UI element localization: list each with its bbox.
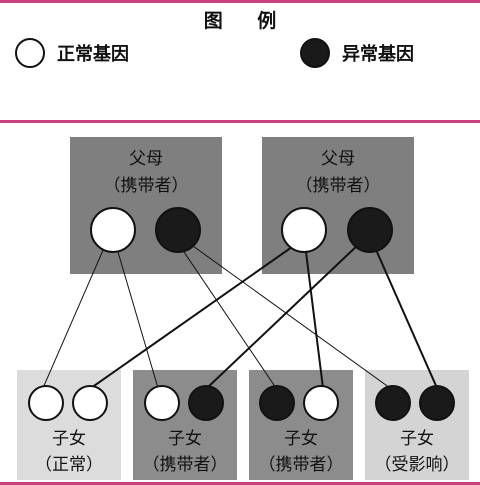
child-3-gene-1 xyxy=(259,385,295,421)
parent-1-normal-gene xyxy=(90,207,136,253)
parent-1-subtitle: （携带者） xyxy=(104,176,189,196)
child-1-title: 子女 xyxy=(52,429,86,449)
parent-1-title: 父母 xyxy=(129,149,163,169)
child-2-gene-1 xyxy=(144,385,180,421)
child-1-subtitle: （正常） xyxy=(35,455,103,475)
parent-2-subtitle: （携带者） xyxy=(296,176,381,196)
child-3-subtitle: （携带者） xyxy=(259,455,344,475)
child-4-title: 子女 xyxy=(400,429,434,449)
parent-2-normal-gene xyxy=(281,207,327,253)
child-2-title: 子女 xyxy=(168,429,202,449)
child-4-gene-2 xyxy=(419,385,455,421)
child-1-gene-1 xyxy=(28,385,64,421)
child-3-gene-2 xyxy=(303,385,339,421)
parent-2-abnormal-gene xyxy=(347,207,393,253)
parent-1-abnormal-gene xyxy=(155,207,201,253)
child-4-gene-1 xyxy=(375,385,411,421)
child-1-gene-2 xyxy=(72,385,108,421)
child-2-gene-2 xyxy=(188,385,224,421)
inheritance-diagram: 父母 （携带者） 父母 （携带者） 子女 （正常） 子女 （携带者） 子女 （携… xyxy=(17,137,469,480)
parent-2-title: 父母 xyxy=(321,149,355,169)
child-2-subtitle: （携带者） xyxy=(143,455,228,475)
child-3-title: 子女 xyxy=(284,429,318,449)
child-4-subtitle: （受影响） xyxy=(375,455,460,475)
